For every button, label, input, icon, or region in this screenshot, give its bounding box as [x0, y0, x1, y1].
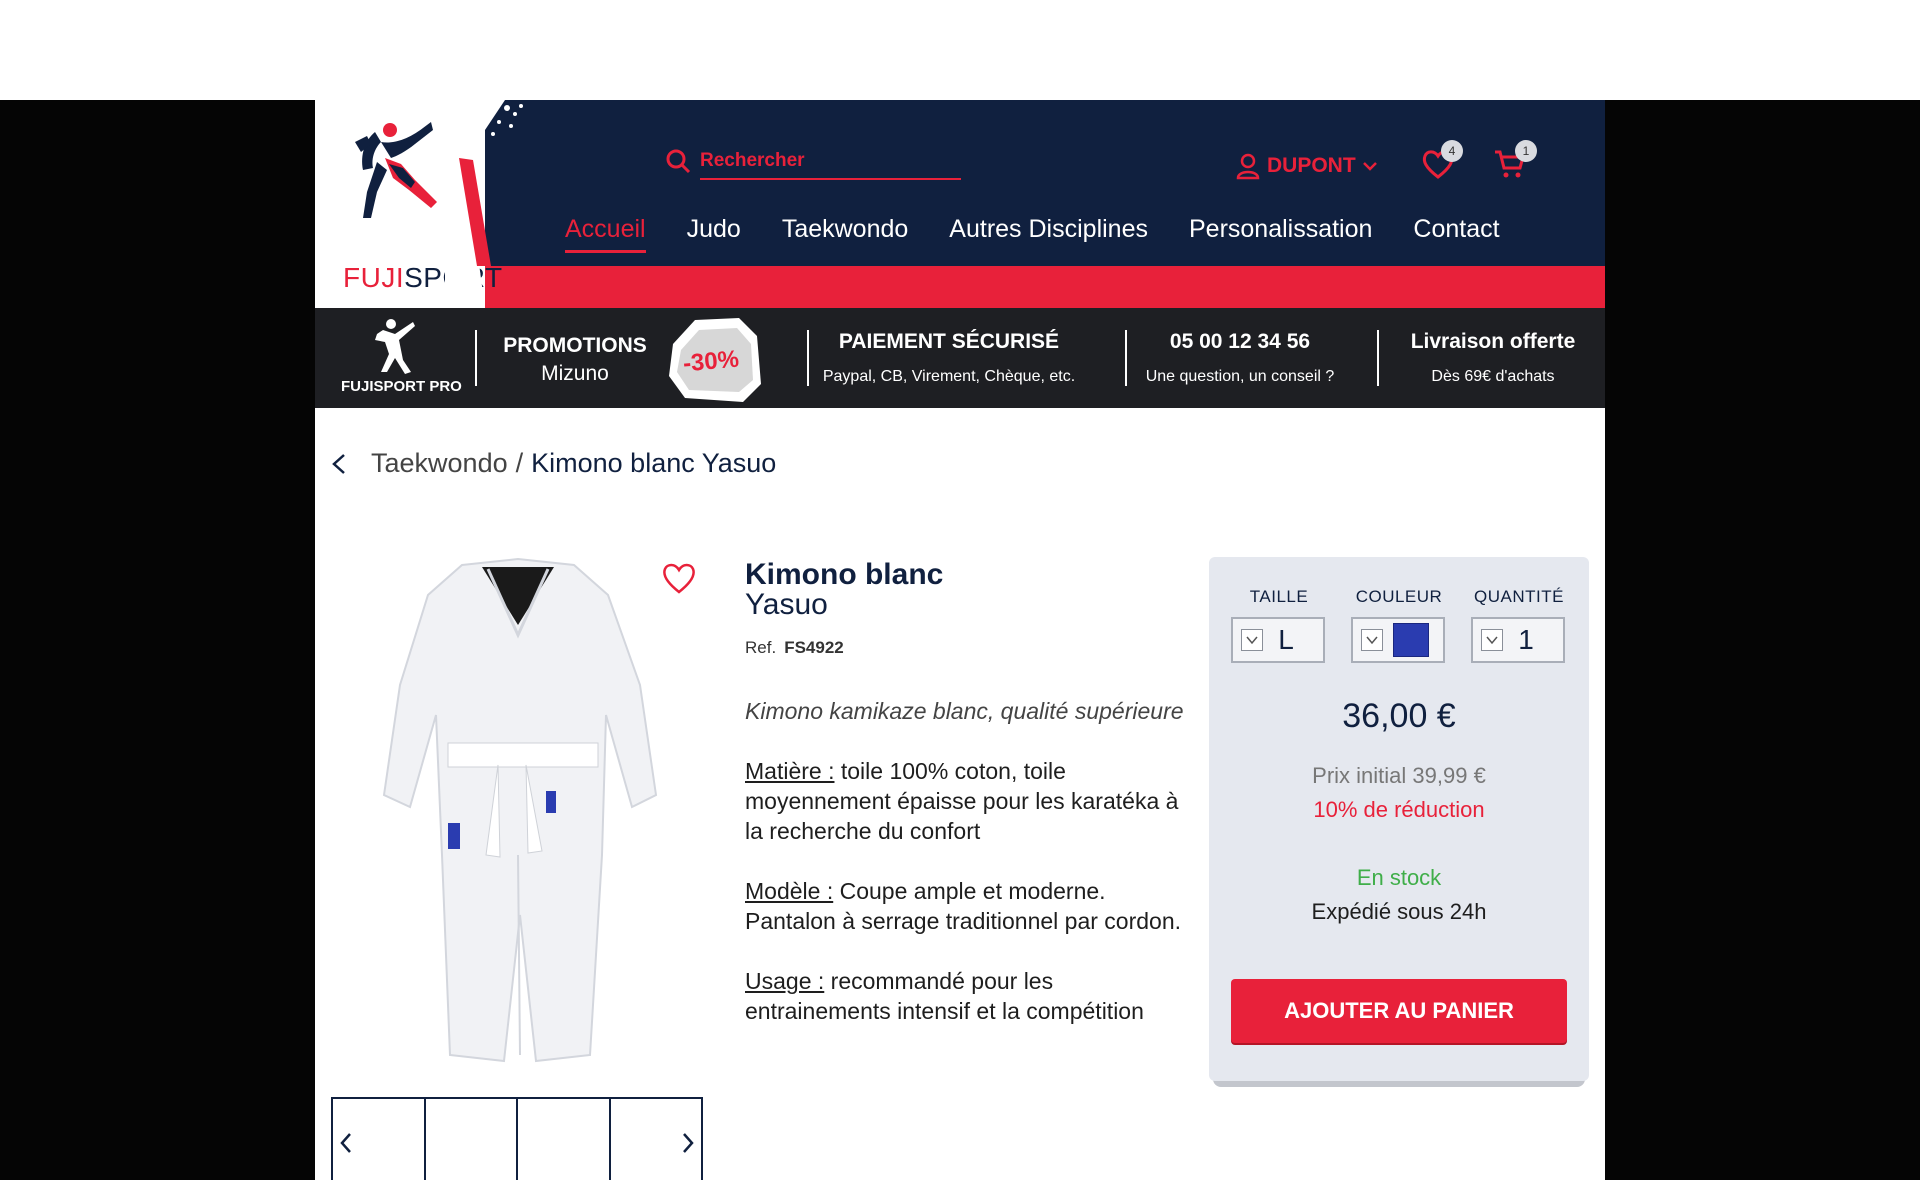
thumbnail-1[interactable] — [333, 1099, 426, 1180]
nav-item-judo[interactable]: Judo — [687, 215, 741, 253]
delivery-info: Livraison offerte Dès 69€ d'achats — [1381, 308, 1605, 408]
quantity-select[interactable]: 1 — [1471, 617, 1565, 663]
chevron-left-icon[interactable] — [329, 452, 349, 476]
size-select[interactable]: L — [1231, 617, 1325, 663]
color-select[interactable] — [1351, 617, 1445, 663]
quantity-label: QUANTITÉ — [1474, 587, 1564, 606]
product-subtitle: Yasuo — [745, 588, 828, 621]
promotions-link[interactable]: PROMOTIONS Mizuno — [485, 308, 665, 408]
product-short-description: Kimono kamikaze blanc, qualité supérieur… — [745, 698, 1184, 724]
size-option: TAILLE L — [1231, 587, 1327, 663]
usage-paragraph: Usage : recommandé pour les entrainement… — [745, 966, 1185, 1026]
chevron-down-icon — [1361, 629, 1383, 651]
discount-text: 10% de réduction — [1313, 797, 1485, 822]
promo-discount-tag: -30% — [681, 345, 741, 378]
nav-item-contact[interactable]: Contact — [1413, 215, 1499, 253]
site-page: FUJISPORT DUPONT — [315, 100, 1605, 1180]
search-bar — [665, 144, 961, 180]
chevron-down-icon — [1481, 629, 1503, 651]
payment-subtitle: Paypal, CB, Virement, Chèque, etc. — [822, 368, 1076, 385]
fujisport-pro-link[interactable]: FUJISPORT PRO — [315, 308, 465, 408]
ref-label: Ref. — [745, 638, 777, 657]
user-name: DUPONT — [1267, 154, 1356, 177]
divider — [1377, 330, 1379, 386]
nav-item-taekwondo[interactable]: Taekwondo — [782, 215, 908, 253]
thumbnail-4[interactable] — [611, 1099, 702, 1180]
chevron-down-icon — [1241, 629, 1263, 651]
fighter-small-icon — [375, 319, 415, 374]
ref-value: FS4922 — [784, 638, 844, 657]
stock-status: En stock — [1356, 865, 1442, 890]
chevron-right-icon[interactable] — [681, 1131, 695, 1155]
size-label: TAILLE — [1249, 587, 1309, 606]
nav-item-accueil[interactable]: Accueil — [565, 215, 646, 253]
product-price: 36,00 € — [1342, 697, 1456, 735]
site-header: FUJISPORT DUPONT — [315, 100, 1605, 308]
shipping-info: Expédié sous 24h — [1311, 899, 1487, 924]
purchase-panel: TAILLE L COULEUR QUANTITÉ 1 36,00 € Prix… — [1209, 557, 1589, 1081]
model-paragraph: Modèle : Coupe ample et moderne. Pantalo… — [745, 876, 1185, 936]
product-title: Kimono blanc — [745, 558, 944, 591]
color-option: COULEUR — [1351, 587, 1447, 663]
payment-info: PAIEMENT SÉCURISÉ Paypal, CB, Virement, … — [815, 308, 1083, 408]
quantity-value: 1 — [1518, 624, 1534, 655]
thumbnail-strip — [331, 1097, 703, 1180]
material-paragraph: Matière : toile 100% coton, toile moyenn… — [745, 756, 1185, 846]
info-bar: FUJISPORT PRO PROMOTIONS Mizuno -30% PAI… — [315, 308, 1605, 408]
search-icon[interactable] — [665, 148, 691, 174]
thumbnail-2[interactable] — [426, 1099, 518, 1180]
logo-diagonal-shape — [445, 100, 523, 308]
material-label: Matière : — [745, 758, 835, 784]
breadcrumb-current: Kimono blanc Yasuo — [531, 448, 777, 478]
user-account-menu[interactable]: DUPONT — [1235, 150, 1378, 182]
quantity-option: QUANTITÉ 1 — [1471, 587, 1567, 663]
delivery-subtitle: Dès 69€ d'achats — [1431, 368, 1555, 385]
breadcrumb-separator: / — [515, 448, 524, 478]
chevron-left-icon[interactable] — [339, 1131, 353, 1155]
color-swatch — [1393, 623, 1429, 657]
add-to-cart-button[interactable]: AJOUTER AU PANIER — [1231, 979, 1567, 1043]
model-label: Modèle : — [745, 878, 834, 904]
usage-label: Usage : — [745, 968, 825, 994]
wishlist-button[interactable]: 4 — [1421, 140, 1463, 188]
promotions-brand: Mizuno — [541, 362, 609, 385]
product-description: Kimono blanc Yasuo Ref. FS4922 Kimono kam… — [745, 560, 1185, 1026]
chevron-down-icon — [1362, 162, 1377, 171]
divider — [475, 330, 477, 386]
color-label: COULEUR — [1355, 587, 1443, 606]
initial-price: Prix initial 39,99 € — [1312, 763, 1486, 788]
thumbnail-3[interactable] — [518, 1099, 611, 1180]
product-reference: Ref. FS4922 — [745, 638, 1185, 658]
phone-contact[interactable]: 05 00 12 34 56 Une question, un conseil … — [1129, 308, 1351, 408]
delivery-title: Livraison offerte — [1410, 330, 1576, 353]
fujisport-pro-label: FUJISPORT PRO — [341, 378, 462, 395]
size-value: L — [1278, 624, 1294, 655]
top-margin — [0, 0, 1920, 100]
promotions-title: PROMOTIONS — [503, 334, 647, 357]
main-nav: Accueil Judo Taekwondo Autres Discipline… — [565, 215, 1500, 253]
divider — [1125, 330, 1127, 386]
cart-count-badge: 1 — [1515, 140, 1537, 162]
payment-title: PAIEMENT SÉCURISÉ — [838, 330, 1060, 353]
breadcrumb: Taekwondo / Kimono blanc Yasuo — [329, 448, 776, 479]
nav-item-personalisation[interactable]: Personalissation — [1189, 215, 1372, 253]
search-input[interactable] — [700, 144, 961, 180]
nav-item-autres-disciplines[interactable]: Autres Disciplines — [949, 215, 1148, 253]
add-to-wishlist-heart-icon[interactable] — [660, 560, 698, 596]
divider — [807, 330, 809, 386]
cart-button[interactable]: 1 — [1493, 140, 1537, 188]
page-background-right — [1605, 100, 1920, 1180]
phone-subtitle: Une question, un conseil ? — [1145, 368, 1335, 385]
product-image[interactable] — [370, 555, 660, 1075]
user-icon — [1236, 153, 1260, 180]
breadcrumb-parent-link[interactable]: Taekwondo — [371, 448, 508, 479]
page-background-left — [0, 100, 315, 1180]
wishlist-count-badge: 4 — [1441, 140, 1463, 162]
phone-number: 05 00 12 34 56 — [1169, 330, 1311, 353]
